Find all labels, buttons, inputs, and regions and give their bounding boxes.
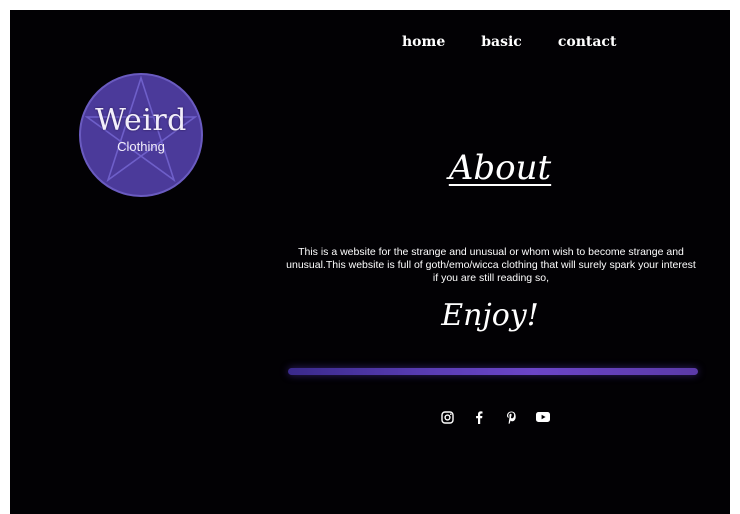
youtube-icon[interactable] xyxy=(534,408,552,426)
instagram-icon[interactable] xyxy=(438,408,456,426)
pinterest-icon[interactable] xyxy=(502,408,520,426)
divider-bar xyxy=(288,368,698,375)
nav-home-link[interactable]: home xyxy=(402,34,445,50)
main-nav: home basic contact xyxy=(402,34,616,50)
social-icons xyxy=(438,408,552,426)
about-description: This is a website for the strange and un… xyxy=(286,246,696,284)
page: home basic contact Weird Clothing About … xyxy=(10,10,730,514)
site-logo[interactable]: Weird Clothing xyxy=(78,72,204,198)
nav-basic-link[interactable]: basic xyxy=(481,34,522,50)
facebook-icon[interactable] xyxy=(470,408,488,426)
logo-title: Weird xyxy=(95,103,187,138)
nav-contact-link[interactable]: contact xyxy=(558,34,617,50)
enjoy-text: Enjoy! xyxy=(441,298,539,333)
logo-subtitle: Clothing xyxy=(117,139,165,154)
about-heading: About xyxy=(448,148,552,188)
